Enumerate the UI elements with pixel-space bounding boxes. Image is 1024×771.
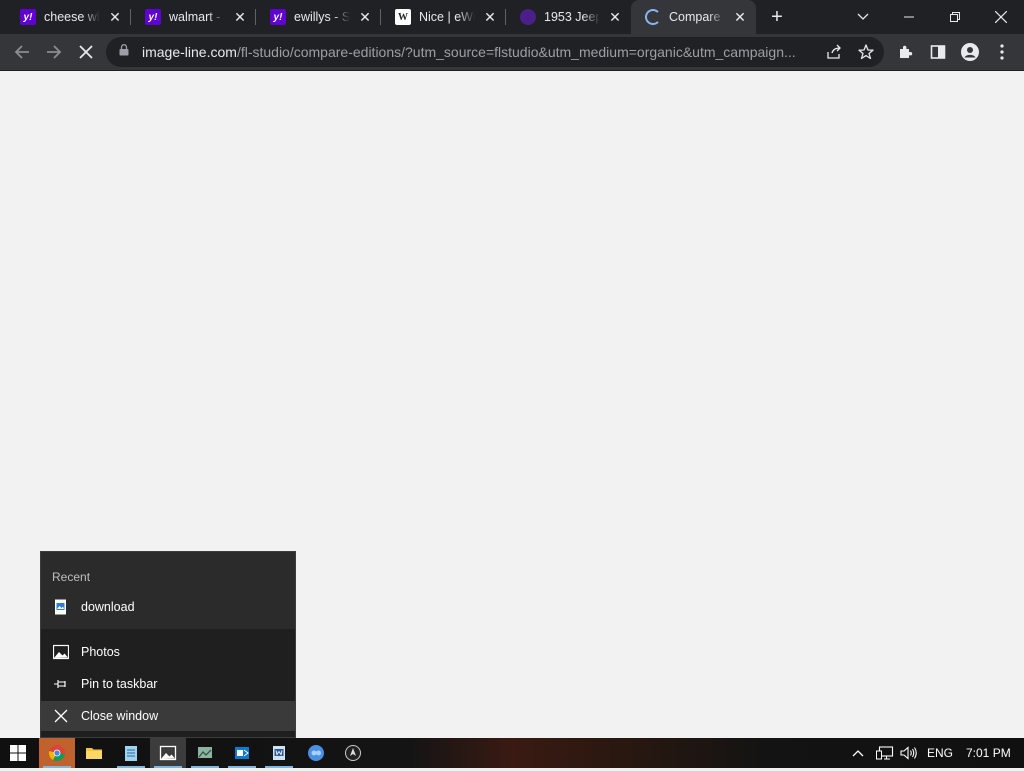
taskbar-chrome[interactable] [39, 738, 75, 768]
taskbar-photos[interactable] [150, 738, 186, 768]
chrome-icon [48, 745, 65, 762]
tab-title: Nice | eWill [419, 10, 475, 24]
address-bar[interactable]: image-line.com/fl-studio/compare-edition… [106, 37, 884, 67]
new-tab-button[interactable]: + [765, 6, 789, 28]
tab-cheese[interactable]: y! cheese whe ✕ [6, 0, 131, 34]
photos-icon [53, 644, 69, 660]
tab-close-icon[interactable]: ✕ [732, 9, 748, 25]
windows-taskbar: ENG 7:01 PM [0, 738, 1024, 768]
taskbar-word[interactable] [261, 738, 297, 768]
clock[interactable]: 7:01 PM [966, 738, 1016, 768]
jumplist-item-label: Photos [81, 645, 120, 659]
tab-close-icon[interactable]: ✕ [607, 9, 623, 25]
restore-button[interactable] [932, 0, 978, 34]
yahoo-favicon-icon: y! [270, 9, 286, 25]
share-icon[interactable] [824, 42, 844, 62]
taskbar-file-explorer[interactable] [76, 738, 112, 768]
taskbar-outlook[interactable] [224, 738, 260, 768]
taskbar-app-8[interactable] [298, 738, 334, 768]
language-indicator[interactable]: ENG [927, 738, 955, 768]
tab-nice-ewillys[interactable]: W Nice | eWill ✕ [381, 0, 506, 34]
ewillys-favicon-icon: W [395, 9, 411, 25]
lock-icon[interactable] [119, 44, 129, 56]
tab-close-icon[interactable]: ✕ [107, 9, 123, 25]
show-hidden-icons-chevron-up-icon[interactable] [852, 738, 870, 768]
image-file-icon [55, 599, 66, 615]
yahoo-favicon-icon: y! [20, 9, 36, 25]
windows-logo-icon [10, 745, 26, 761]
blue-circle-app-icon [308, 745, 324, 761]
tab-title: 1953 Jeep [544, 10, 600, 24]
tab-1953-jeep[interactable]: 1953 Jeep ✕ [506, 0, 631, 34]
volume-icon[interactable] [900, 738, 920, 768]
browser-toolbar: image-line.com/fl-studio/compare-edition… [0, 34, 1024, 71]
minimize-button[interactable] [886, 0, 932, 34]
tab-title: walmart - S [169, 10, 225, 24]
notepad-icon [125, 746, 137, 761]
loading-spinner-icon [645, 9, 661, 25]
tab-close-icon[interactable]: ✕ [232, 9, 248, 25]
jumplist-tasks-section: Photos Pin to taskbar Close window [41, 629, 295, 737]
url-host: image-line.com [142, 44, 237, 60]
document-app-icon [273, 746, 285, 760]
tab-search-chevron-down-icon[interactable] [840, 0, 886, 34]
jumplist-item-label: Pin to taskbar [81, 677, 158, 691]
mail-app-icon [235, 747, 249, 759]
taskbar-app-5[interactable] [187, 738, 223, 768]
folder-icon [86, 748, 102, 759]
jumplist-close-window[interactable]: Close window [41, 701, 295, 731]
jumplist-pin-to-taskbar[interactable]: Pin to taskbar [41, 669, 295, 699]
forward-arrow-icon[interactable] [42, 40, 66, 64]
jumplist-photos[interactable]: Photos [41, 637, 295, 667]
profile-avatar-icon[interactable] [958, 40, 982, 64]
tab-close-icon[interactable]: ✕ [357, 9, 373, 25]
purple-circle-favicon-icon [520, 9, 536, 25]
tab-close-icon[interactable]: ✕ [482, 9, 498, 25]
tab-walmart[interactable]: y! walmart - S ✕ [131, 0, 256, 34]
jumplist-item-label: download [81, 600, 135, 614]
taskbar-app-9[interactable] [335, 738, 371, 768]
jumplist-recent-item[interactable]: download [41, 592, 295, 622]
stop-loading-close-icon[interactable] [74, 40, 98, 64]
pin-icon [54, 680, 66, 688]
photos-icon [159, 745, 177, 761]
close-icon [54, 709, 68, 723]
extensions-puzzle-icon[interactable] [894, 40, 918, 64]
side-panel-icon[interactable] [926, 40, 950, 64]
taskbar-notepad[interactable] [113, 738, 149, 768]
taskbar-jump-list: Recent download Photos Pin to taskbar Cl… [40, 551, 296, 738]
url-path: /fl-studio/compare-editions/?utm_source=… [236, 44, 796, 60]
tab-strip: y! cheese whe ✕ y! walmart - S ✕ y! ewil… [0, 0, 1024, 34]
url-text[interactable]: image-line.com/fl-studio/compare-edition… [142, 44, 814, 60]
back-arrow-icon[interactable] [10, 40, 34, 64]
more-menu-icon[interactable] [990, 40, 1014, 64]
tab-title: Compare Fl [669, 10, 725, 24]
tab-compare-fl-active[interactable]: Compare Fl ✕ [631, 0, 756, 34]
jumplist-item-label: Close window [81, 709, 159, 723]
jumplist-recent-header: Recent [52, 570, 91, 584]
bookmark-star-icon[interactable] [856, 42, 876, 62]
start-button[interactable] [0, 738, 36, 768]
tab-ewillys[interactable]: y! ewillys - Sa ✕ [256, 0, 381, 34]
tab-title: cheese whe [44, 10, 100, 24]
dark-circle-app-icon [345, 745, 361, 761]
close-window-button[interactable] [978, 0, 1024, 34]
yahoo-favicon-icon: y! [145, 9, 161, 25]
tab-title: ewillys - Sa [294, 10, 350, 24]
picture-viewer-icon [198, 747, 212, 758]
network-icon[interactable] [876, 738, 898, 768]
